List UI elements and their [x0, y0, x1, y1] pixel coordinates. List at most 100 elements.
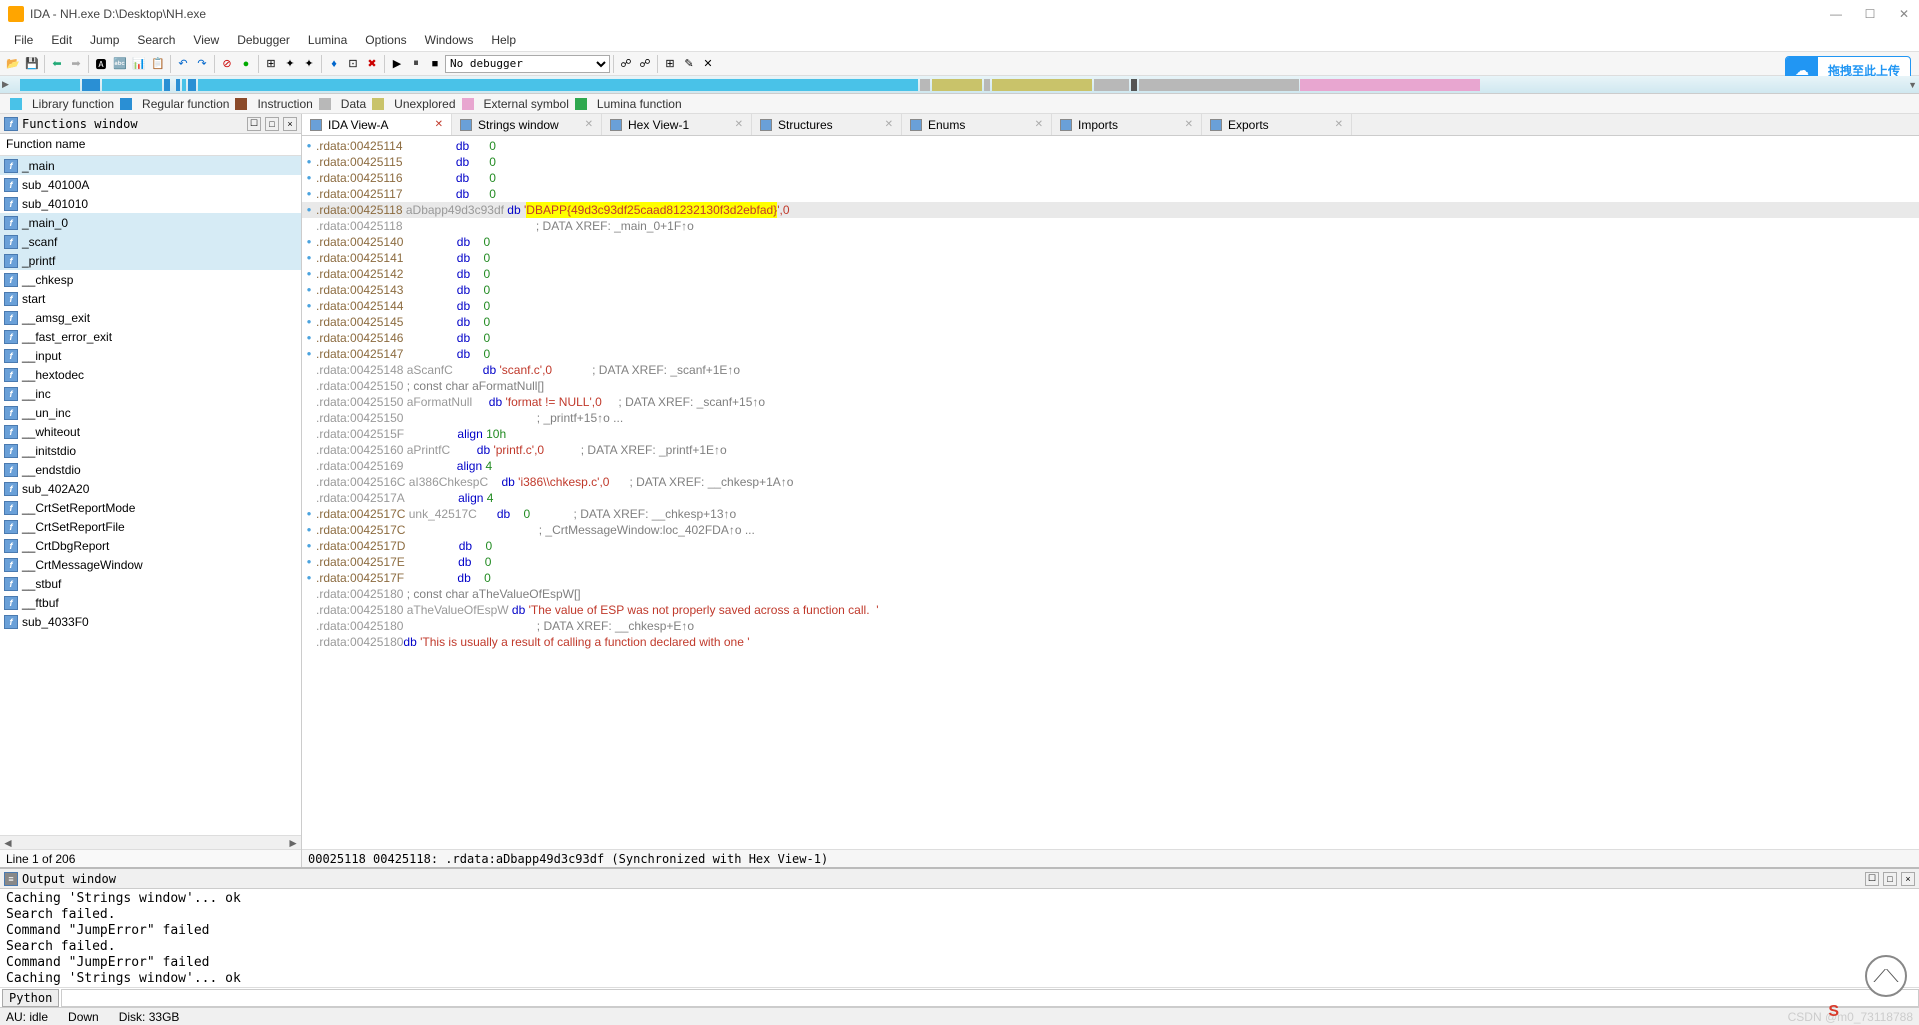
code-line[interactable]: ●.rdata:00425144 db 0 — [302, 298, 1919, 314]
function-item[interactable]: f__input — [0, 346, 301, 365]
close-button[interactable]: ✕ — [1897, 7, 1911, 21]
tool-icon[interactable]: 📋 — [149, 55, 167, 73]
function-item[interactable]: f__fast_error_exit — [0, 327, 301, 346]
tool-icon[interactable]: 📊 — [130, 55, 148, 73]
function-item[interactable]: f__CrtMessageWindow — [0, 555, 301, 574]
function-item[interactable]: f__chkesp — [0, 270, 301, 289]
play-icon[interactable]: ▶ — [388, 55, 406, 73]
function-item[interactable]: f__endstdio — [0, 460, 301, 479]
function-item[interactable]: fsub_4033F0 — [0, 612, 301, 631]
debugger-select[interactable]: No debugger — [445, 55, 610, 73]
navigation-bar[interactable]: ▶ ▼ — [0, 76, 1919, 94]
open-icon[interactable]: 📂 — [4, 55, 22, 73]
menu-help[interactable]: Help — [483, 31, 524, 49]
disassembly-view[interactable]: ●.rdata:00425114 db 0●.rdata:00425115 db… — [302, 136, 1919, 849]
function-item[interactable]: f__ftbuf — [0, 593, 301, 612]
code-line[interactable]: ●.rdata:00425115 db 0 — [302, 154, 1919, 170]
menu-debugger[interactable]: Debugger — [229, 31, 298, 49]
tool-icon[interactable]: ☍ — [617, 55, 635, 73]
scroll-bar[interactable]: ◄► — [0, 835, 301, 849]
python-button[interactable]: Python — [2, 989, 59, 1007]
close-button[interactable]: × — [1901, 872, 1915, 886]
code-line[interactable]: .rdata:00425150 aFormatNull db 'format !… — [302, 394, 1919, 410]
tool-icon[interactable]: 🅰 — [92, 55, 110, 73]
float-icon[interactable]: ⟋⟍ — [1865, 955, 1907, 997]
tool-icon[interactable]: ● — [237, 55, 255, 73]
close-icon[interactable]: ✕ — [1035, 119, 1043, 130]
function-item[interactable]: f_printf — [0, 251, 301, 270]
function-item[interactable]: f_main_0 — [0, 213, 301, 232]
function-item[interactable]: f__inc — [0, 384, 301, 403]
function-item[interactable]: f__whiteout — [0, 422, 301, 441]
function-item[interactable]: f__hextodec — [0, 365, 301, 384]
tool-icon[interactable]: ✦ — [300, 55, 318, 73]
function-item[interactable]: f__stbuf — [0, 574, 301, 593]
tab-strings-window[interactable]: Strings window✕ — [452, 114, 602, 135]
function-item[interactable]: f__CrtSetReportFile — [0, 517, 301, 536]
tab-imports[interactable]: Imports✕ — [1052, 114, 1202, 135]
tool-icon[interactable]: 🔤 — [111, 55, 129, 73]
close-icon[interactable]: ✕ — [1185, 119, 1193, 130]
tool-icon[interactable]: ✎ — [680, 55, 698, 73]
close-icon[interactable]: ✕ — [735, 119, 743, 130]
code-line[interactable]: .rdata:00425180 ; DATA XREF: __chkesp+E↑… — [302, 618, 1919, 634]
tool-icon[interactable]: ⊞ — [262, 55, 280, 73]
functions-list[interactable]: f_mainfsub_40100Afsub_401010f_main_0f_sc… — [0, 156, 301, 835]
close-icon[interactable]: ✕ — [885, 119, 893, 130]
pause-icon[interactable]: ⏸ — [407, 55, 425, 73]
code-line[interactable]: .rdata:00425160 aPrintfC db 'printf.c',0… — [302, 442, 1919, 458]
menu-windows[interactable]: Windows — [417, 31, 482, 49]
functions-col-header[interactable]: Function name — [0, 134, 301, 156]
function-item[interactable]: f__initstdio — [0, 441, 301, 460]
menu-jump[interactable]: Jump — [82, 31, 127, 49]
tool-icon[interactable]: ⊞ — [661, 55, 679, 73]
code-line[interactable]: ●.rdata:00425141 db 0 — [302, 250, 1919, 266]
menu-view[interactable]: View — [185, 31, 227, 49]
function-item[interactable]: fsub_401010 — [0, 194, 301, 213]
code-line[interactable]: ●.rdata:00425116 db 0 — [302, 170, 1919, 186]
tab-enums[interactable]: Enums✕ — [902, 114, 1052, 135]
tab-hex-view-1[interactable]: Hex View-1✕ — [602, 114, 752, 135]
fwd-icon[interactable]: ➡ — [67, 55, 85, 73]
menu-options[interactable]: Options — [357, 31, 414, 49]
restore-button[interactable]: □ — [1883, 872, 1897, 886]
tool-icon[interactable]: ✦ — [281, 55, 299, 73]
code-line[interactable]: ●.rdata:0042517E db 0 — [302, 554, 1919, 570]
close-button[interactable]: × — [283, 117, 297, 131]
code-line[interactable]: ●.rdata:0042517C unk_42517C db 0 ; DATA … — [302, 506, 1919, 522]
function-item[interactable]: f_main — [0, 156, 301, 175]
tool-icon[interactable]: ⊘ — [218, 55, 236, 73]
menu-search[interactable]: Search — [129, 31, 183, 49]
code-line[interactable]: ●.rdata:00425118 aDbapp49d3c93df db 'DBA… — [302, 202, 1919, 218]
function-item[interactable]: f_scanf — [0, 232, 301, 251]
code-line[interactable]: .rdata:0042515F align 10h — [302, 426, 1919, 442]
code-line[interactable]: .rdata:00425180 ; const char aTheValueOf… — [302, 586, 1919, 602]
code-line[interactable]: .rdata:00425118 ; DATA XREF: _main_0+1F↑… — [302, 218, 1919, 234]
code-line[interactable]: .rdata:00425150 ; _printf+15↑o ... — [302, 410, 1919, 426]
code-line[interactable]: ●.rdata:00425143 db 0 — [302, 282, 1919, 298]
code-line[interactable]: ●.rdata:00425140 db 0 — [302, 234, 1919, 250]
function-item[interactable]: fsub_40100A — [0, 175, 301, 194]
tool-icon[interactable]: ☍ — [636, 55, 654, 73]
python-input[interactable] — [61, 989, 1919, 1007]
code-line[interactable]: ●.rdata:0042517D db 0 — [302, 538, 1919, 554]
tool-icon[interactable]: ✖ — [363, 55, 381, 73]
code-line[interactable]: ●.rdata:00425146 db 0 — [302, 330, 1919, 346]
function-item[interactable]: f__un_inc — [0, 403, 301, 422]
code-line[interactable]: ●.rdata:00425142 db 0 — [302, 266, 1919, 282]
function-item[interactable]: fstart — [0, 289, 301, 308]
output-text[interactable]: Caching 'Strings window'... ok Search fa… — [0, 889, 1919, 987]
code-line[interactable]: ●.rdata:00425147 db 0 — [302, 346, 1919, 362]
code-line[interactable]: .rdata:0042516C aI386ChkespC db 'i386\\c… — [302, 474, 1919, 490]
tool-icon[interactable]: ⊡ — [344, 55, 362, 73]
tool-icon[interactable]: ♦ — [325, 55, 343, 73]
close-icon[interactable]: ✕ — [585, 119, 593, 130]
close-icon[interactable]: ✕ — [1335, 119, 1343, 130]
function-item[interactable]: f__amsg_exit — [0, 308, 301, 327]
code-line[interactable]: .rdata:00425169 align 4 — [302, 458, 1919, 474]
close-icon[interactable]: ✕ — [435, 119, 443, 130]
function-item[interactable]: f__CrtDbgReport — [0, 536, 301, 555]
code-line[interactable]: .rdata:00425180 aTheValueOfEspW db 'The … — [302, 602, 1919, 618]
dock-button[interactable]: ☐ — [1865, 872, 1879, 886]
function-item[interactable]: f__CrtSetReportMode — [0, 498, 301, 517]
